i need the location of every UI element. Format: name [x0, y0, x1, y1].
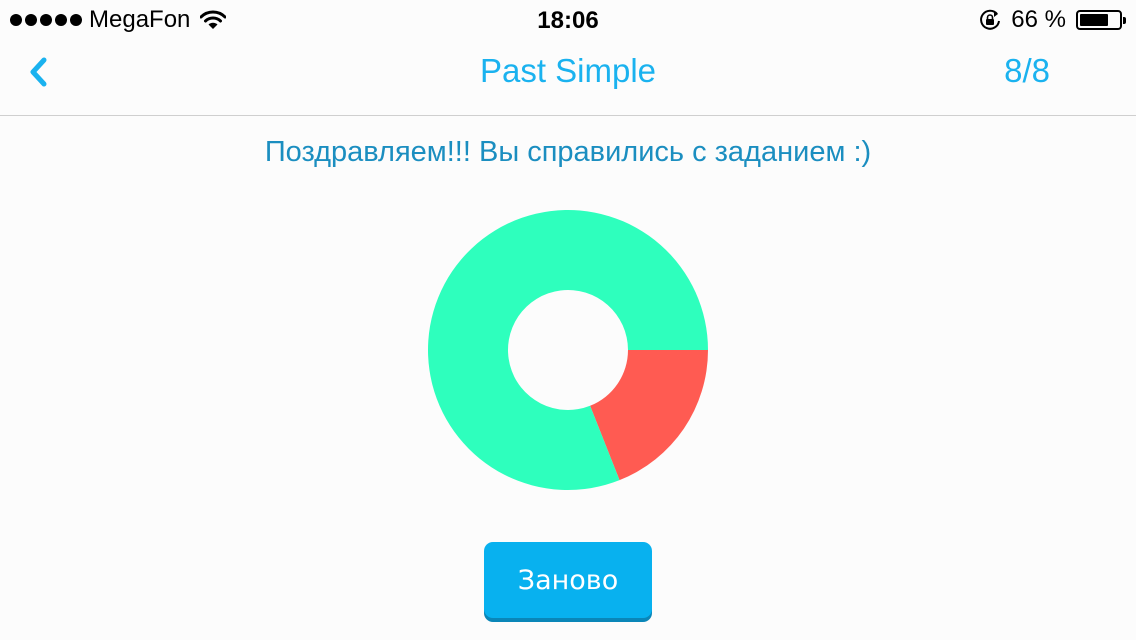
status-time: 18:06: [537, 7, 599, 34]
result-message: Поздравляем!!! Вы справились с заданием …: [264, 136, 872, 168]
status-right: 66 %: [979, 6, 1126, 33]
page-title: Past Simple: [479, 52, 657, 89]
result-donut-chart: [428, 209, 708, 490]
retry-button[interactable]: Заново: [484, 542, 652, 618]
status-bar: MegaFon 18:06 66 %: [0, 0, 1136, 40]
navigation-bar: Past Simple 8/8: [0, 40, 1136, 116]
rotation-lock-icon: [980, 9, 1001, 30]
battery-level-fill: [1080, 14, 1108, 26]
battery-icon: [1076, 10, 1126, 30]
battery-percentage: 66 %: [1011, 6, 1066, 33]
progress-counter: 8/8: [1004, 52, 1050, 89]
